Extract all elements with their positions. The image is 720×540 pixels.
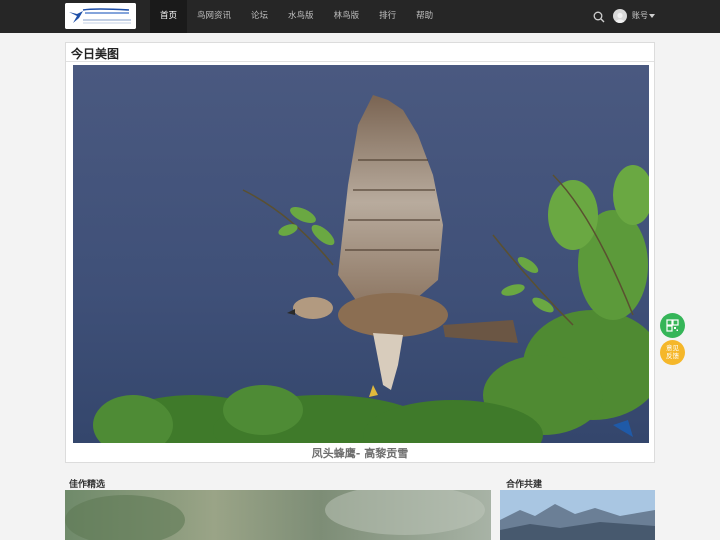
- top-navbar: 首页 鸟网资讯 论坛 水鸟版 林鸟版 排行 帮助 账号: [0, 0, 720, 33]
- nav-item-ranking[interactable]: 排行: [369, 0, 406, 33]
- featured-bird-photo[interactable]: [73, 65, 649, 443]
- nav-item-forestbirds[interactable]: 林鸟版: [324, 0, 370, 33]
- nav-item-home[interactable]: 首页: [150, 0, 188, 33]
- search-icon[interactable]: [592, 10, 606, 24]
- panel-header: 今日美图: [66, 43, 654, 62]
- nav-item-waterbirds[interactable]: 水鸟版: [278, 0, 324, 33]
- photo-caption: 凤头蜂鹰- 高黎贡雪: [311, 447, 409, 460]
- featured-works-title: 佳作精选: [69, 480, 106, 490]
- featured-work-image[interactable]: [65, 490, 491, 540]
- site-logo[interactable]: [65, 3, 136, 29]
- qr-code-button[interactable]: [660, 313, 685, 338]
- nav-item-help[interactable]: 帮助: [406, 0, 443, 33]
- nav-item-forum[interactable]: 论坛: [241, 0, 278, 33]
- account-label[interactable]: 账号: [632, 10, 648, 21]
- partner-image[interactable]: [500, 490, 655, 540]
- partner-title: 合作共建: [506, 480, 543, 490]
- main-nav: 首页 鸟网资讯 论坛 水鸟版 林鸟版 排行 帮助: [150, 0, 443, 33]
- feedback-button[interactable]: 意见 反馈: [660, 340, 685, 365]
- today-photo-panel: 今日美图 凤头蜂鹰- 高黎贡雪: [65, 42, 655, 463]
- avatar-icon[interactable]: [613, 9, 627, 23]
- caret-down-icon[interactable]: [649, 14, 655, 18]
- nav-item-news[interactable]: 鸟网资讯: [187, 0, 241, 33]
- section-title: 今日美图: [71, 47, 120, 61]
- qr-code-icon: [666, 319, 679, 332]
